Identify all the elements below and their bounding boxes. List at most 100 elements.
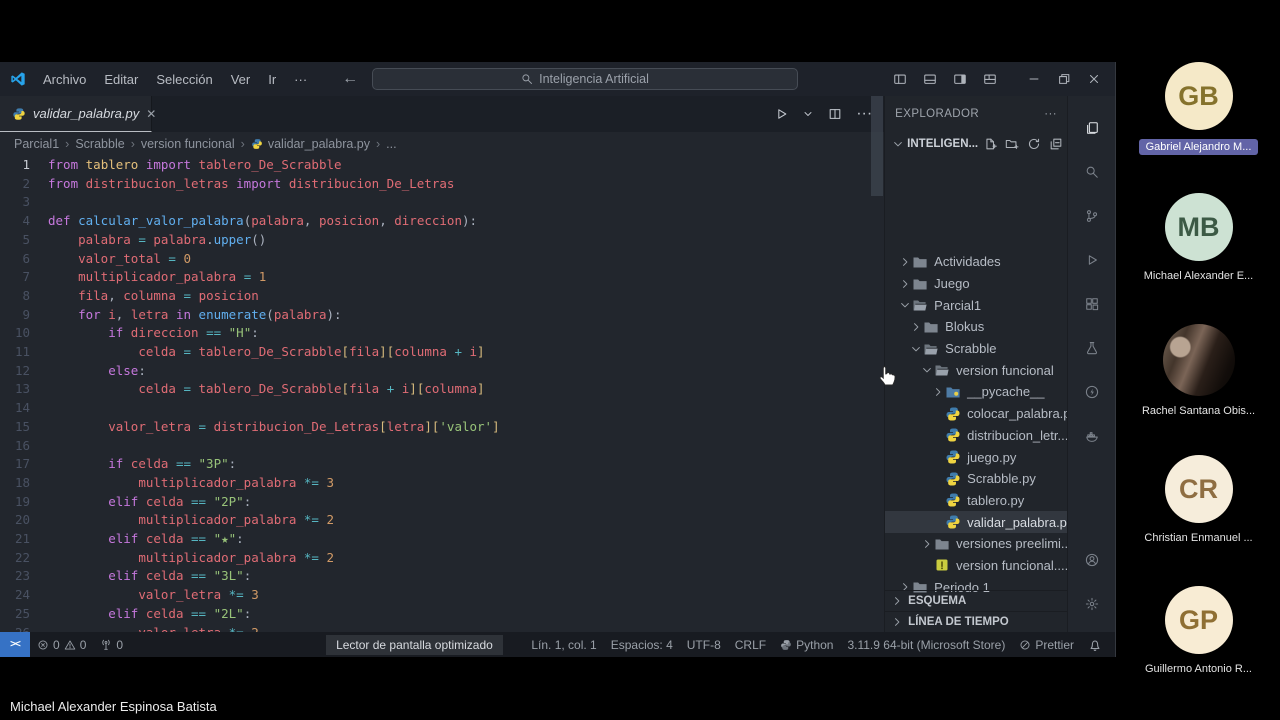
new-folder-button[interactable] [1005, 137, 1019, 151]
code-line[interactable]: 20 multiplicador_palabra *= 2 [0, 511, 884, 530]
tree-item-colocar-palabra-py[interactable]: colocar_palabra.py [885, 403, 1067, 425]
menu-item-ver[interactable]: Ver [222, 69, 260, 90]
code-line[interactable]: 8 fila, columna = posicion [0, 287, 884, 306]
pane-header-l-nea-de-tiempo[interactable]: LÍNEA DE TIEMPO [885, 611, 1067, 632]
collapse-folders-button[interactable] [1049, 137, 1063, 151]
participant-tile-guillermo-antonio-r[interactable]: GP Guillermo Antonio R... [1117, 562, 1280, 693]
tree-item-distribucion-letr[interactable]: distribucion_letr... [885, 425, 1067, 447]
problems-status[interactable]: 00 [30, 638, 93, 652]
tree-item-scrabble[interactable]: Scrabble [885, 338, 1067, 360]
code-line[interactable]: 5 palabra = palabra.upper() [0, 231, 884, 250]
refresh-explorer-button[interactable] [1027, 137, 1041, 151]
code-line[interactable]: 18 multiplicador_palabra *= 3 [0, 474, 884, 493]
breadcrumb-item-parcial1[interactable]: Parcial1 [14, 137, 59, 151]
participant-tile-christian-enmanuel[interactable]: CR Christian Enmanuel ... [1117, 431, 1280, 562]
pane-header-esquema[interactable]: ESQUEMA [885, 590, 1067, 611]
code-line[interactable]: 16 [0, 437, 884, 456]
code-line[interactable]: 15 valor_letra = distribucion_De_Letras[… [0, 418, 884, 437]
menu-item-[interactable]: ··· [285, 69, 316, 90]
menu-item-editar[interactable]: Editar [95, 69, 147, 90]
tree-item-juego-py[interactable]: juego.py [885, 446, 1067, 468]
code-line[interactable]: 1 from tablero import tablero_De_Scrabble [0, 156, 884, 175]
nav-back-icon[interactable]: ← [342, 70, 358, 88]
code-line[interactable]: 23 elif celda == "3L": [0, 567, 884, 586]
layout-sidebar-right-button[interactable] [945, 62, 975, 96]
activity-beaker-icon[interactable] [1068, 326, 1116, 370]
tree-item-actividades[interactable]: Actividades [885, 251, 1067, 273]
activity-search-icon[interactable] [1068, 150, 1116, 194]
code-line[interactable]: 12 else: [0, 362, 884, 381]
window-restore-button[interactable] [1049, 62, 1079, 96]
code-line[interactable]: 25 elif celda == "2L": [0, 605, 884, 624]
activity-docker-icon[interactable] [1068, 414, 1116, 458]
tree-item-parcial1[interactable]: Parcial1 [885, 294, 1067, 316]
menu-item-selecci-n[interactable]: Selección [147, 69, 221, 90]
code-line[interactable]: 4 def calcular_valor_palabra(palabra, pos… [0, 212, 884, 231]
tree-item-pycache[interactable]: __pycache__ [885, 381, 1067, 403]
tree-item-tablero-py[interactable]: tablero.py [885, 490, 1067, 512]
participant-tile-rachel-santana-obis[interactable]: Rachel Santana Obis... [1117, 300, 1280, 431]
activity-settings-icon[interactable] [1068, 582, 1116, 626]
code-line[interactable]: 13 celda = tablero_De_Scrabble[fila + i]… [0, 380, 884, 399]
notifications-bell-icon[interactable] [1081, 638, 1109, 652]
workspace-section-header[interactable]: INTELIGEN... [885, 132, 1067, 155]
code-line[interactable]: 26 valor_letra *= 2 [0, 624, 884, 632]
code-line[interactable]: 24 valor_letra *= 3 [0, 586, 884, 605]
new-file-button[interactable] [983, 137, 997, 151]
status-3-11-9-64-bit-microsoft-store[interactable]: 3.11.9 64-bit (Microsoft Store) [840, 638, 1012, 652]
breadcrumb-item-scrabble[interactable]: Scrabble [75, 137, 124, 151]
status-crlf[interactable]: CRLF [728, 638, 773, 652]
editor-scrollbar[interactable] [871, 96, 884, 196]
code-line[interactable]: 11 celda = tablero_De_Scrabble[fila][col… [0, 343, 884, 362]
activity-files-icon[interactable] [1068, 106, 1116, 150]
participant-tile-gabriel-alejandro-m[interactable]: GB Gabriel Alejandro M... [1117, 38, 1280, 169]
run-dropdown-icon[interactable] [802, 108, 814, 120]
tree-item-juego[interactable]: Juego [885, 273, 1067, 295]
window-close-button[interactable] [1079, 62, 1109, 96]
run-button[interactable] [774, 107, 788, 121]
tab-validar-palabra[interactable]: validar_palabra.py ✕ [0, 96, 156, 132]
code-line[interactable]: 10 if direccion == "H": [0, 324, 884, 343]
activity-debug-icon[interactable] [1068, 238, 1116, 282]
remote-indicator[interactable]: >< [0, 632, 30, 657]
code-line[interactable]: 21 elif celda == "★": [0, 530, 884, 549]
code-line[interactable]: 7 multiplicador_palabra = 1 [0, 268, 884, 287]
menu-item-ir[interactable]: Ir [259, 69, 285, 90]
activity-extensions-icon[interactable] [1068, 282, 1116, 326]
status-l-n-1-col-1[interactable]: Lín. 1, col. 1 [524, 638, 603, 652]
code-line[interactable]: 22 multiplicador_palabra *= 2 [0, 549, 884, 568]
code-line[interactable]: 9 for i, letra in enumerate(palabra): [0, 306, 884, 325]
code-line[interactable]: 3 [0, 193, 884, 212]
tree-item-version-funcional[interactable]: version funcional [885, 359, 1067, 381]
command-center-search[interactable]: Inteligencia Artificial [372, 68, 798, 90]
breadcrumb-item-validar-palabra-py[interactable]: validar_palabra.py [251, 137, 370, 151]
code-editor[interactable]: 1 from tablero import tablero_De_Scrabble… [0, 156, 884, 632]
editor-more-actions-button[interactable]: ··· [856, 105, 872, 123]
tree-item-validar-palabra-py[interactable]: validar_palabra.py [885, 511, 1067, 533]
tree-item-scrabble-py[interactable]: Scrabble.py [885, 468, 1067, 490]
menu-item-archivo[interactable]: Archivo [34, 69, 95, 90]
status-python[interactable]: Python [773, 638, 840, 652]
breadcrumb-item-version-funcional[interactable]: version funcional [141, 137, 235, 151]
ports-status[interactable]: 0 [93, 638, 130, 652]
activity-account-icon[interactable] [1068, 538, 1116, 582]
layout-panel-bottom-button[interactable] [915, 62, 945, 96]
breadcrumb-item-[interactable]: ... [386, 137, 396, 151]
tree-item-version-funcional[interactable]: version funcional.... [885, 555, 1067, 577]
explorer-more-button[interactable]: ··· [1044, 108, 1057, 120]
participant-tile-michael-alexander-e[interactable]: MB Michael Alexander E... [1117, 169, 1280, 300]
code-line[interactable]: 6 valor_total = 0 [0, 250, 884, 269]
code-line[interactable]: 17 if celda == "3P": [0, 455, 884, 474]
split-editor-button[interactable] [828, 107, 842, 121]
screen-reader-status[interactable]: Lector de pantalla optimizado [326, 634, 503, 655]
activity-lightning-icon[interactable] [1068, 370, 1116, 414]
customize-layout-button[interactable] [975, 62, 1005, 96]
window-minimize-button[interactable] [1019, 62, 1049, 96]
tab-close-icon[interactable]: ✕ [146, 107, 156, 121]
activity-source-control-icon[interactable] [1068, 194, 1116, 238]
status-utf-8[interactable]: UTF-8 [680, 638, 728, 652]
layout-panel-left-button[interactable] [885, 62, 915, 96]
tree-item-versiones-preelimi[interactable]: versiones preelimi... [885, 533, 1067, 555]
status-espacios-4[interactable]: Espacios: 4 [604, 638, 680, 652]
tree-item-blokus[interactable]: Blokus [885, 316, 1067, 338]
